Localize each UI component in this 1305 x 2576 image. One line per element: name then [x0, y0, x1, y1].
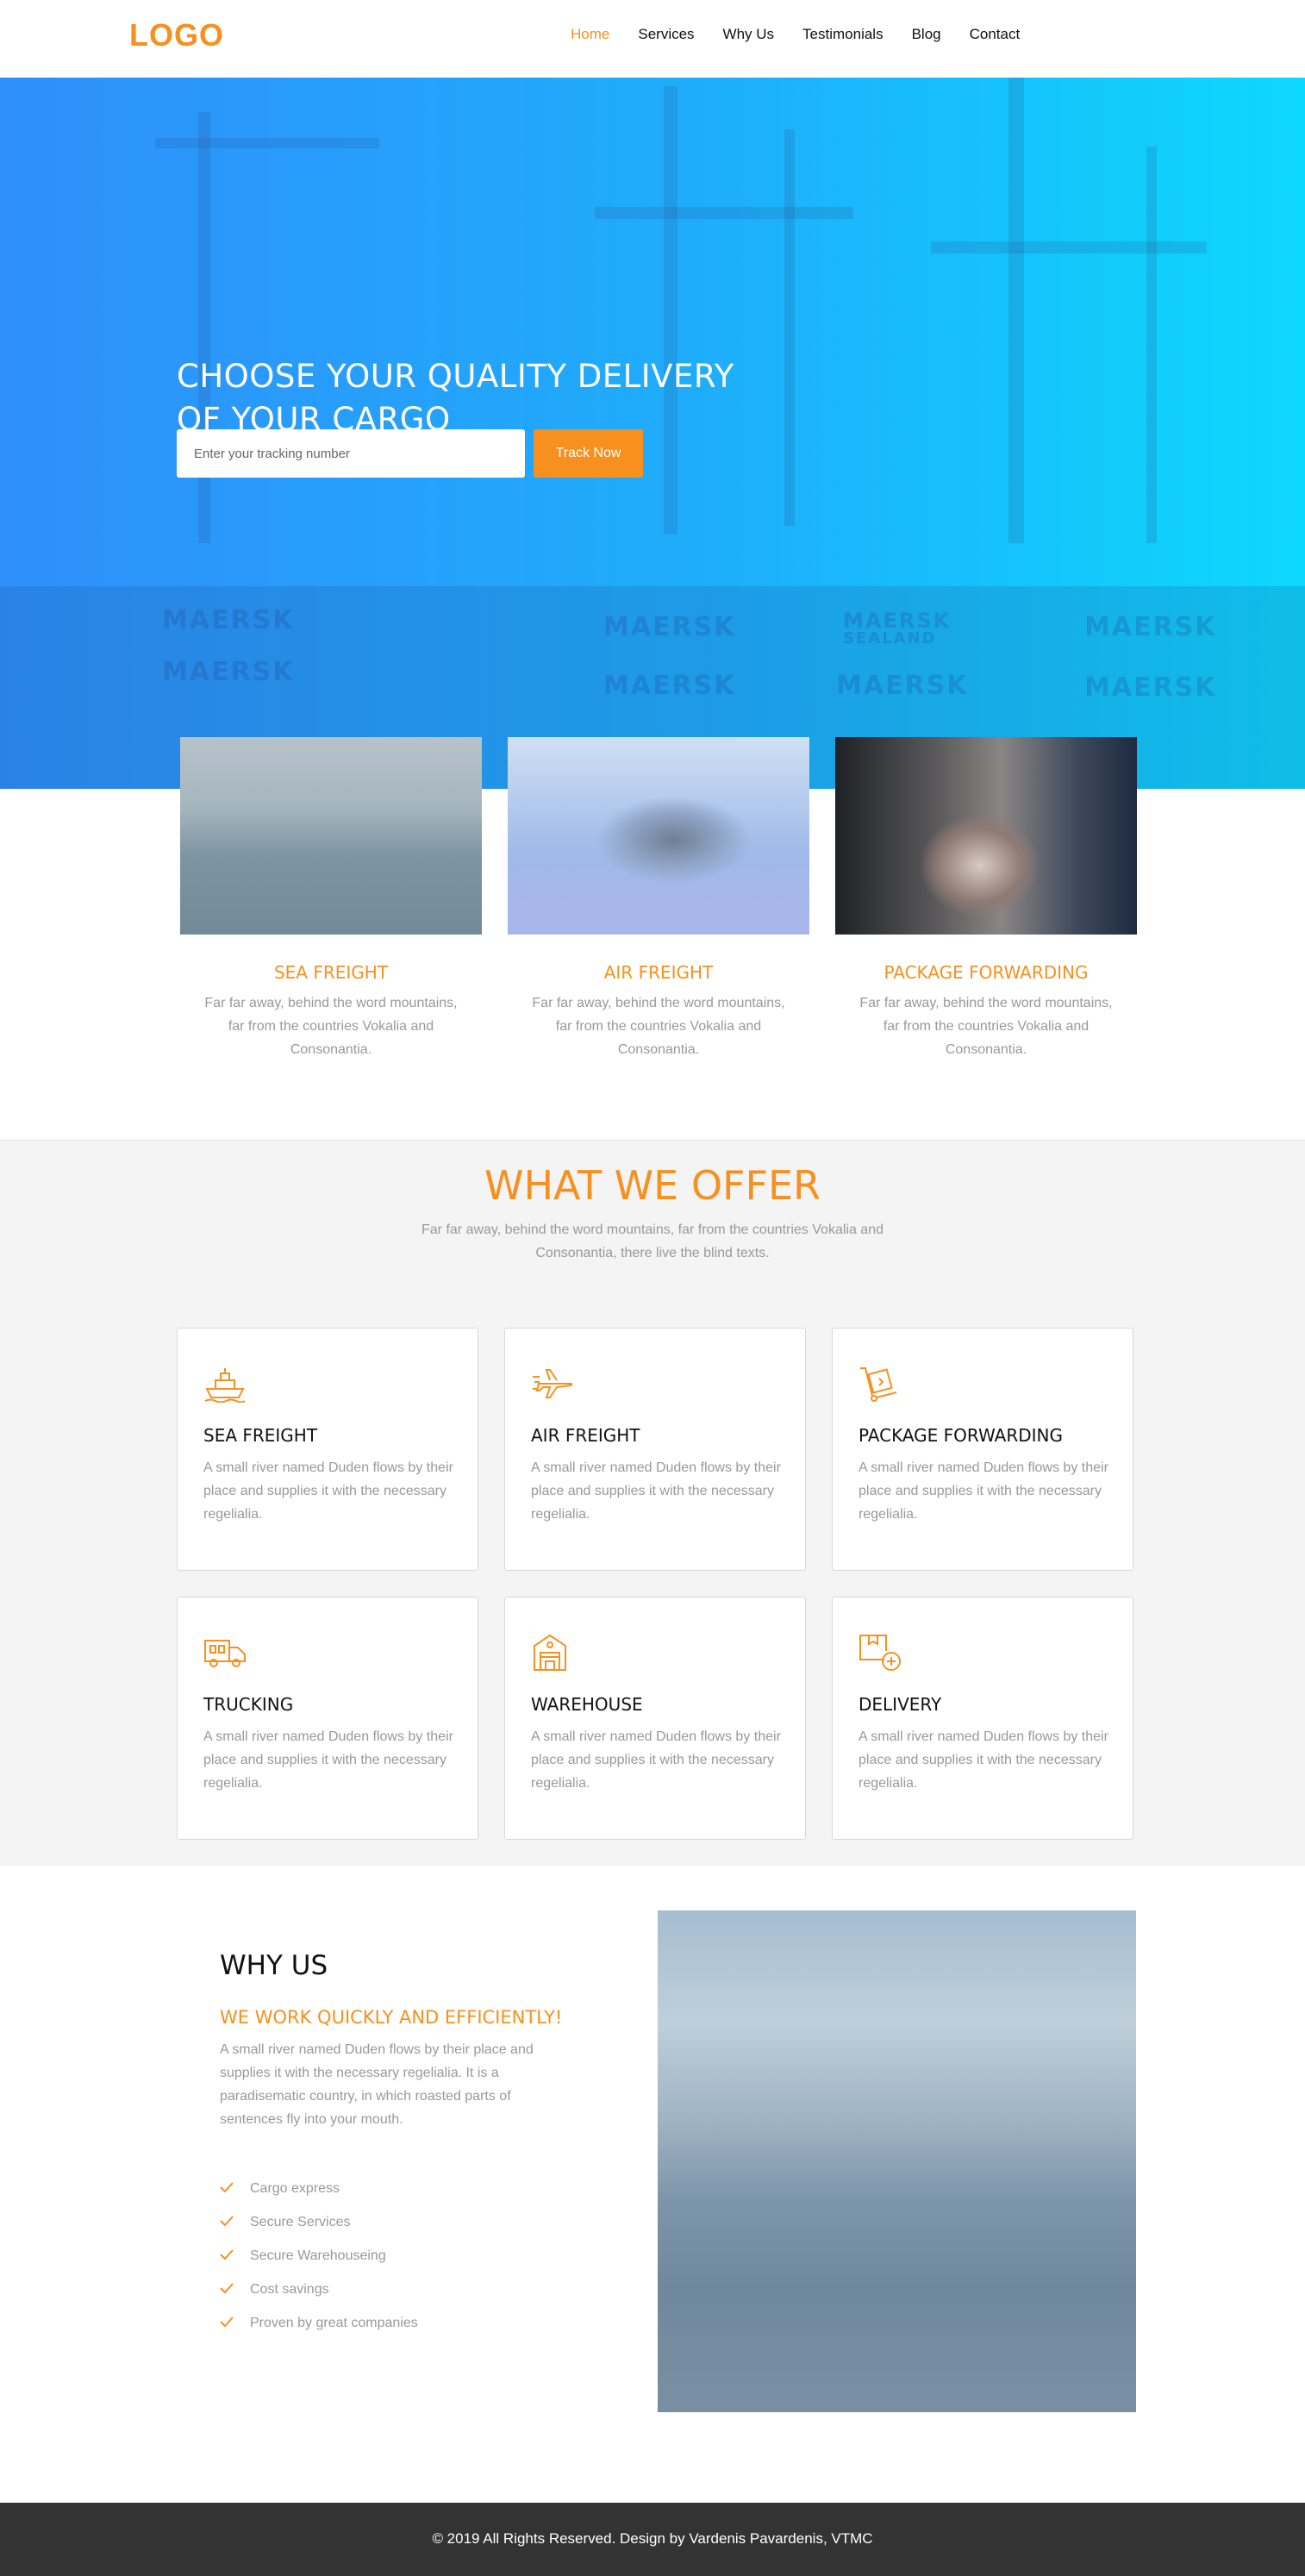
why-list: Cargo express Secure Services Secure War… — [220, 2172, 418, 2340]
nav-why-us[interactable]: Why Us — [723, 26, 775, 43]
background-text: MAERSK — [836, 671, 969, 701]
feature-card-sea: SEA FREIGHT Far far away, behind the wor… — [180, 737, 482, 1061]
feature-card-package: PACKAGE FORWARDING Far far away, behind … — [835, 737, 1137, 1061]
check-icon — [220, 2215, 250, 2230]
list-item-label: Secure Services — [250, 2214, 351, 2229]
service-card-warehouse[interactable]: WAREHOUSE A small river named Duden flow… — [504, 1597, 806, 1840]
crane-silhouette — [155, 138, 379, 148]
list-item-label: Cost savings — [250, 2281, 329, 2297]
background-text: MAERSK — [1084, 672, 1217, 703]
offer-title: WHAT WE OFFER — [484, 1162, 821, 1209]
check-icon — [220, 2282, 250, 2298]
service-card-title: TRUCKING — [203, 1694, 294, 1715]
why-subtitle: WE WORK QUICKLY AND EFFICIENTLY! — [220, 2007, 563, 2028]
crane-silhouette — [784, 129, 795, 526]
background-text: MAERSK — [603, 612, 736, 642]
tracking-input[interactable] — [177, 429, 525, 478]
service-card-title: AIR FREIGHT — [531, 1425, 640, 1446]
list-item: Secure Services — [220, 2205, 418, 2239]
nav-home[interactable]: Home — [571, 26, 609, 43]
hand-truck-icon — [860, 1367, 897, 1402]
offer-subtitle: Far far away, behind the word mountains,… — [421, 1222, 884, 1260]
main-nav: Home Services Why Us Testimonials Blog C… — [571, 26, 1048, 43]
truck-icon — [204, 1640, 246, 1667]
feature-text: Far far away, behind the word mountains,… — [204, 996, 458, 1057]
list-item: Cost savings — [220, 2273, 418, 2306]
list-item: Proven by great companies — [220, 2306, 418, 2340]
service-card-delivery[interactable]: DELIVERY A small river named Duden flows… — [832, 1597, 1133, 1840]
site-header: LOGO Home Services Why Us Testimonials B… — [0, 0, 1305, 78]
service-card-trucking[interactable]: TRUCKING A small river named Duden flows… — [177, 1597, 478, 1840]
nav-blog[interactable]: Blog — [912, 26, 941, 43]
service-card-text: A small river named Duden flows by their… — [203, 1460, 453, 1522]
sea-freight-image — [180, 737, 482, 935]
nav-services[interactable]: Services — [638, 26, 694, 43]
service-card-text: A small river named Duden flows by their… — [531, 1729, 781, 1791]
crane-silhouette — [198, 112, 210, 543]
airplane-icon — [533, 1369, 573, 1398]
delivery-box-icon — [859, 1635, 901, 1671]
track-now-button[interactable]: Track Now — [534, 429, 643, 478]
footer-copyright: © 2019 All Rights Reserved. Design by Va… — [432, 2530, 873, 2547]
why-text: A small river named Duden flows by their… — [220, 2042, 534, 2127]
background-text: MAERSK — [603, 671, 736, 701]
background-text: MAERSK — [1084, 612, 1217, 642]
air-freight-image — [508, 737, 809, 935]
service-card-title: PACKAGE FORWARDING — [859, 1425, 1064, 1446]
crane-silhouette — [664, 86, 677, 535]
service-card-title: SEA FREIGHT — [203, 1425, 318, 1446]
feature-text: Far far away, behind the word mountains,… — [532, 996, 785, 1057]
service-card-text: A small river named Duden flows by their… — [531, 1460, 781, 1522]
package-forwarding-image — [835, 737, 1137, 935]
service-card-title: WAREHOUSE — [531, 1694, 643, 1715]
crane-silhouette — [1008, 78, 1024, 543]
background-text: MAERSK — [162, 657, 295, 687]
feature-title: SEA FREIGHT — [273, 962, 389, 983]
list-item: Cargo express — [220, 2172, 418, 2205]
hero-title-line1: CHOOSE YOUR QUALITY DELIVERY — [177, 358, 734, 395]
background-text: MAERSK — [162, 605, 295, 635]
service-card-package[interactable]: PACKAGE FORWARDING A small river named D… — [832, 1328, 1133, 1571]
crane-silhouette — [595, 207, 853, 219]
crane-silhouette — [931, 241, 1207, 253]
warehouse-icon — [534, 1634, 566, 1671]
list-item-label: Secure Warehouseing — [250, 2248, 386, 2263]
logo[interactable]: LOGO — [129, 17, 224, 53]
service-card-title: DELIVERY — [859, 1694, 942, 1715]
nav-contact[interactable]: Contact — [970, 26, 1021, 43]
list-item-label: Cargo express — [250, 2180, 340, 2196]
feature-title: AIR FREIGHT — [603, 962, 714, 983]
why-title: WHY US — [220, 1950, 328, 1981]
check-icon — [220, 2248, 250, 2264]
why-us-image — [658, 1910, 1136, 2412]
service-card-text: A small river named Duden flows by their… — [859, 1729, 1108, 1791]
feature-text: Far far away, behind the word mountains,… — [859, 996, 1113, 1057]
cargo-ship-icon — [204, 1368, 246, 1403]
service-card-text: A small river named Duden flows by their… — [203, 1729, 453, 1791]
site-footer: © 2019 All Rights Reserved. Design by Va… — [0, 2503, 1305, 2576]
check-icon — [220, 2181, 250, 2197]
offer-section: WHAT WE OFFER Far far away, behind the w… — [0, 1140, 1305, 1866]
service-card-sea[interactable]: SEA FREIGHT A small river named Duden fl… — [177, 1328, 478, 1571]
hero-title: CHOOSE YOUR QUALITY DELIVERY OF YOUR CAR… — [177, 355, 734, 441]
feature-title: PACKAGE FORWARDING — [884, 962, 1089, 983]
crane-silhouette — [1146, 147, 1157, 543]
service-card-text: A small river named Duden flows by their… — [859, 1460, 1108, 1522]
list-item: Secure Warehouseing — [220, 2239, 418, 2273]
background-text: SEALAND — [843, 629, 937, 647]
nav-testimonials[interactable]: Testimonials — [802, 26, 884, 43]
service-card-air[interactable]: AIR FREIGHT A small river named Duden fl… — [504, 1328, 806, 1571]
check-icon — [220, 2316, 250, 2331]
list-item-label: Proven by great companies — [250, 2315, 418, 2330]
feature-card-air: AIR FREIGHT Far far away, behind the wor… — [508, 737, 809, 1061]
